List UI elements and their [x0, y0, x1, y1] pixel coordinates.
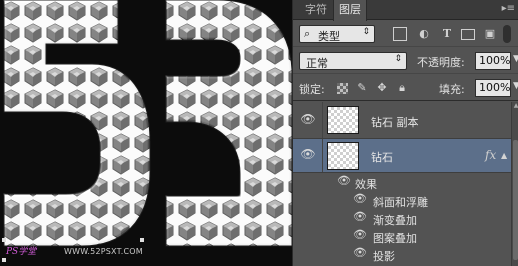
effect-name: 斜面和浮雕 — [373, 196, 428, 209]
watermark-url: WWW.52PSXT.COM — [64, 247, 143, 256]
blend-options-bar: 正常 ⇕ 不透明度: 100% ▼ — [293, 48, 518, 74]
opacity-input[interactable]: 100% — [475, 52, 511, 70]
chevron-down-icon[interactable]: ▼ — [513, 81, 518, 91]
panel-tabs: 字符 图层 ▸≡ — [293, 0, 518, 21]
layer-name[interactable]: 钻石 副本 — [371, 114, 419, 130]
expand-effects-arrow-icon[interactable]: ▲ — [501, 151, 507, 160]
eye-icon[interactable]: 👁︎ — [351, 192, 369, 210]
blend-mode-select[interactable]: 正常 ⇕ — [299, 52, 407, 70]
chevron-down-icon[interactable]: ▼ — [513, 54, 518, 64]
lock-options-bar: 锁定: ✎ ✥ 🔒︎ 填充: 100% ▼ — [293, 75, 518, 101]
visibility-column: 👁︎ — [293, 102, 323, 138]
filter-kind-select[interactable]: ⌕ 类型 ⇕ — [299, 25, 375, 43]
image-filter-icon[interactable] — [393, 27, 407, 41]
eye-icon[interactable]: 👁︎ — [351, 246, 369, 264]
layers-scrollbar[interactable]: ▲ — [511, 102, 518, 266]
eye-icon[interactable]: 👁︎ — [351, 210, 369, 228]
effect-row-pattern-overlay[interactable]: 👁︎ 图案叠加 — [293, 227, 511, 246]
eye-icon[interactable]: 👁︎ — [299, 147, 317, 165]
layer-row-diamond-copy[interactable]: 👁︎ 钻石 副本 — [293, 102, 511, 139]
lock-position-icon[interactable]: ✥ — [375, 81, 389, 95]
adjustment-filter-icon[interactable]: ◐ — [417, 27, 431, 41]
effects-group-row[interactable]: 👁︎ 效果 — [293, 173, 511, 192]
filter-toggle-switch[interactable] — [503, 25, 511, 43]
fx-icon[interactable]: fx — [485, 148, 496, 162]
lock-label: 锁定: — [299, 83, 325, 96]
updown-arrow-icon: ⇕ — [362, 27, 370, 37]
layer-name[interactable]: 钻石 — [371, 149, 393, 165]
tab-character[interactable]: 字符 — [301, 0, 331, 20]
document-canvas[interactable]: PS学堂 WWW.52PSXT.COM — [0, 0, 292, 266]
effect-row-bevel-emboss[interactable]: 👁︎ 斜面和浮雕 — [293, 191, 511, 210]
updown-arrow-icon: ⇕ — [394, 54, 402, 64]
effect-name: 投影 — [373, 250, 395, 263]
layer-thumbnail[interactable] — [327, 142, 359, 170]
filter-kind-label: 类型 — [318, 30, 340, 43]
layer-row-diamond[interactable]: 👁︎ 钻石 fx ▲ — [293, 139, 511, 173]
effects-group-label: 效果 — [355, 178, 377, 191]
lock-image-pixels-icon[interactable]: ✎ — [355, 81, 369, 95]
glyph-5 — [3, 0, 151, 247]
effect-row-drop-shadow[interactable]: 👁︎ 投影 — [293, 245, 511, 264]
glyph-2 — [165, 0, 292, 247]
fill-label: 填充: — [439, 83, 465, 96]
blend-mode-value: 正常 — [306, 57, 328, 70]
watermark-logo: PS学堂 — [6, 247, 37, 257]
layers-panel: 字符 图层 ▸≡ ⌕ 类型 ⇕ ◐ T ▣ 正常 ⇕ 不透明度: 100% ▼ … — [292, 0, 518, 266]
search-icon: ⌕ — [304, 27, 311, 40]
opacity-label: 不透明度: — [417, 56, 465, 69]
tab-layers[interactable]: 图层 — [333, 0, 367, 21]
lock-all-icon[interactable]: 🔒︎ — [395, 81, 409, 95]
eye-icon[interactable]: 👁︎ — [335, 174, 353, 192]
scroll-up-arrow-icon[interactable]: ▲ — [512, 102, 518, 110]
fill-input[interactable]: 100% — [475, 79, 511, 97]
layer-thumbnail[interactable] — [327, 106, 359, 134]
panel-menu-icon[interactable]: ▸≡ — [502, 3, 515, 14]
layer-filter-bar: ⌕ 类型 ⇕ ◐ T ▣ — [293, 21, 518, 47]
smart-object-filter-icon[interactable]: ▣ — [483, 27, 497, 41]
effect-name: 渐变叠加 — [373, 214, 417, 227]
effect-name: 图案叠加 — [373, 232, 417, 245]
eye-icon[interactable]: 👁︎ — [351, 228, 369, 246]
eye-icon[interactable]: 👁︎ — [299, 112, 317, 130]
shape-filter-icon[interactable] — [461, 29, 475, 40]
type-filter-icon[interactable]: T — [440, 27, 454, 41]
visibility-column: 👁︎ — [293, 139, 323, 172]
diamond-text-artwork — [2, 0, 292, 262]
layers-list: 👁︎ 钻石 副本 👁︎ 钻石 fx ▲ 👁︎ 效果 👁︎ 斜面和浮雕 👁︎ 渐变 — [293, 102, 511, 266]
effect-row-gradient-overlay[interactable]: 👁︎ 渐变叠加 — [293, 209, 511, 228]
scroll-thumb[interactable] — [513, 140, 518, 260]
lock-transparent-pixels-icon[interactable] — [337, 83, 348, 94]
